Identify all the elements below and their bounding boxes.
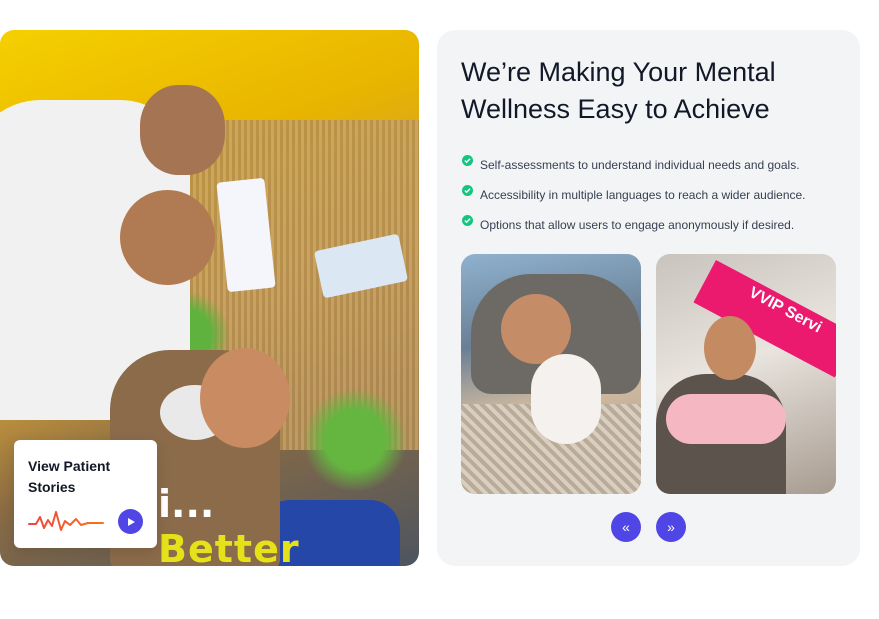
feature-item: Options that allow users to engage anony…	[462, 208, 806, 238]
play-icon	[127, 517, 135, 526]
feature-item: Accessibility in multiple languages to r…	[462, 178, 806, 208]
patient-head	[140, 85, 225, 175]
feature-list: Self-assessments to understand individua…	[462, 148, 806, 238]
carousel-slide-1[interactable]	[461, 254, 641, 494]
father-face	[704, 316, 756, 380]
feature-text: Options that allow users to engage anony…	[480, 218, 795, 232]
check-circle-icon	[462, 214, 473, 226]
patient-stories-title: View Patient Stories	[28, 458, 111, 495]
play-button[interactable]	[118, 509, 143, 534]
carousel-next-button[interactable]: »	[656, 512, 686, 542]
overlay-better-text: Better	[158, 527, 300, 566]
feature-item: Self-assessments to understand individua…	[462, 148, 806, 178]
overlay-dots-text: i...	[158, 482, 215, 526]
check-circle-icon	[462, 154, 473, 166]
newborn-figure	[531, 354, 601, 444]
newborn-figure	[666, 394, 786, 444]
heartbeat-icon	[28, 511, 104, 531]
carousel-slide-2[interactable]: VVIP Servi	[656, 254, 836, 494]
check-circle-icon	[462, 184, 473, 196]
plants	[300, 390, 410, 490]
elder-head	[200, 348, 290, 448]
feature-text: Accessibility in multiple languages to r…	[480, 188, 806, 202]
carousel-prev-button[interactable]: «	[611, 512, 641, 542]
patient-stories-card[interactable]: View Patient Stories	[14, 440, 157, 548]
doctor-head	[120, 190, 215, 285]
panel-heading: We’re Making Your Mental Wellness Easy t…	[461, 57, 776, 124]
feature-text: Self-assessments to understand individua…	[480, 158, 800, 172]
wellness-panel: We’re Making Your Mental Wellness Easy t…	[437, 30, 860, 566]
